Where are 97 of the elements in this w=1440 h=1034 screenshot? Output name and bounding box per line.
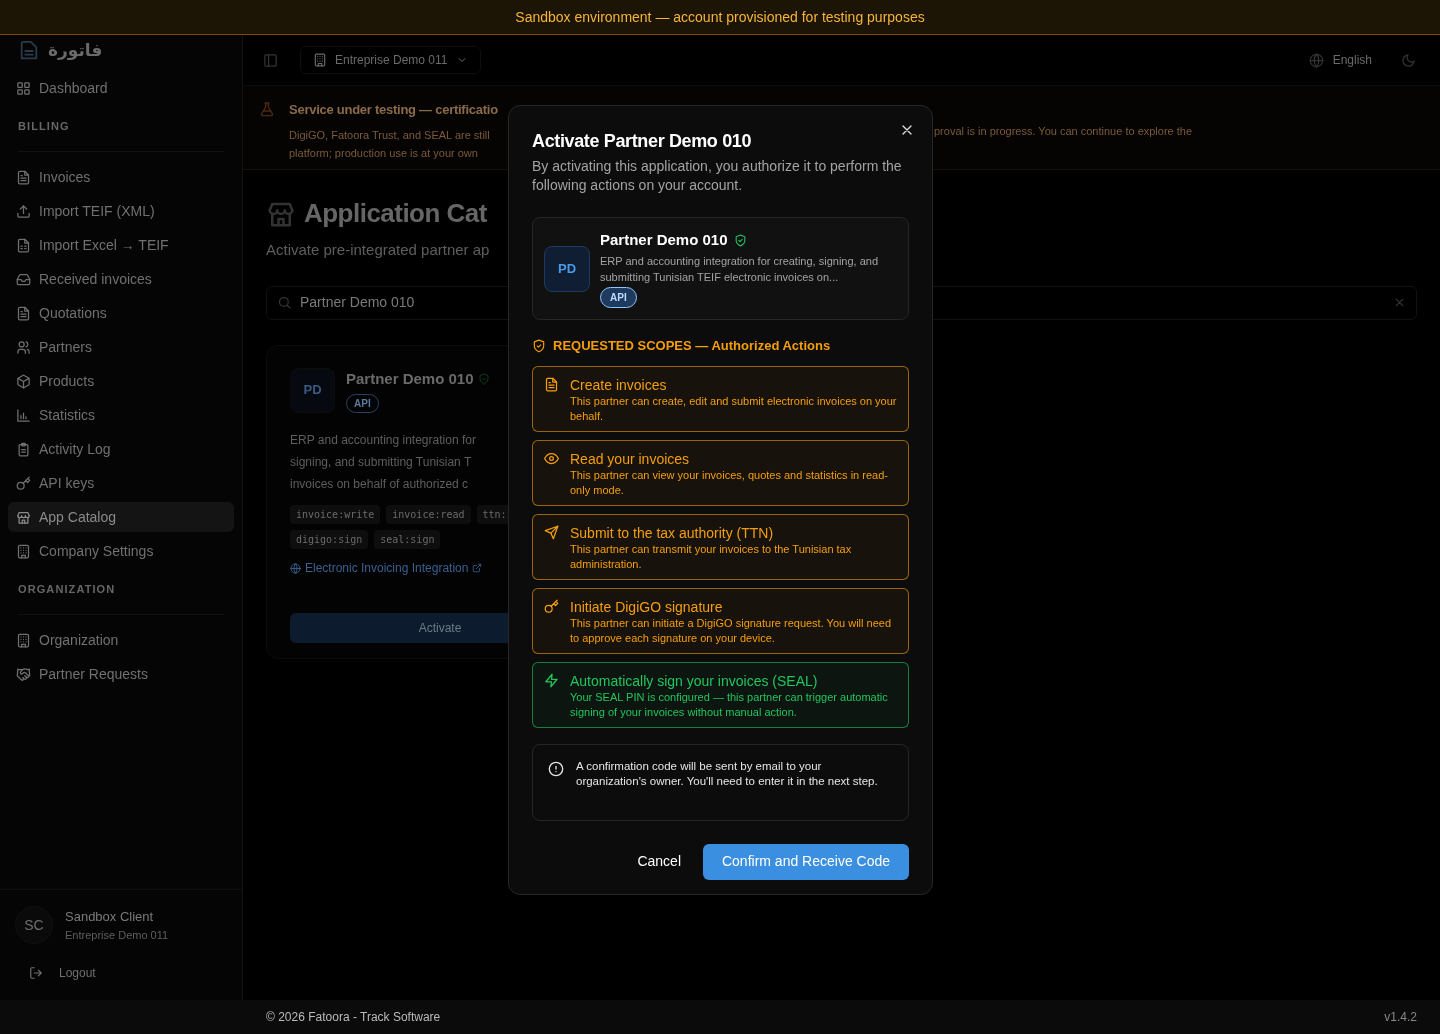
scope-title: Automatically sign your invoices (SEAL) — [570, 671, 819, 690]
building-icon — [313, 53, 327, 67]
eye-icon — [544, 450, 559, 466]
scope-description: Your SEAL PIN is configured — this partner can trigger automatic signing of your invoices without manual action. — [570, 689, 889, 720]
document-icon — [544, 376, 559, 392]
partner-avatar: PD — [544, 245, 590, 292]
scope-chip: invoice:read — [386, 505, 471, 524]
document-icon — [16, 305, 31, 321]
verified-shield-icon — [477, 372, 490, 385]
partner-description: ERP and accounting integration for — [290, 432, 476, 449]
sidebar-item[interactable]: Statistics — [8, 400, 234, 430]
lightning-icon — [544, 672, 559, 688]
dialog-description: By activating this application, you authorize it to perform the following actions on your account. — [532, 157, 903, 195]
globe-icon — [1308, 52, 1324, 68]
integration-link[interactable]: Electronic Invoicing Integration — [305, 559, 469, 577]
moon-icon — [1401, 52, 1416, 68]
scope-chip: invoice:write — [290, 505, 381, 524]
page-title: Application Cat — [304, 197, 487, 230]
sandbox-banner-text: Sandbox environment — account provisioned for testing purposes — [515, 7, 925, 27]
sidebar-item[interactable]: Invoices — [8, 162, 234, 192]
sidebar-item[interactable]: Activity Log — [8, 434, 234, 464]
sidebar-item[interactable]: Company Settings — [8, 536, 234, 566]
store-icon — [16, 509, 31, 525]
external-link-icon — [472, 563, 483, 573]
upload-icon — [16, 203, 31, 219]
logout-icon — [29, 966, 43, 980]
notice-text: platform; production use is at your own — [289, 145, 479, 161]
scope-chip: digigo:sign — [290, 530, 369, 549]
globe-icon — [290, 562, 301, 574]
logo-document-icon — [18, 40, 40, 62]
dashboard-icon — [16, 80, 31, 96]
partner-description: signing, and submitting Tunisian T — [290, 454, 472, 471]
inbox-icon — [16, 271, 31, 287]
send-icon — [544, 524, 559, 540]
sidebar-item[interactable]: Dashboard — [8, 73, 234, 103]
company-selector[interactable]: Entreprise Demo 011 — [300, 46, 481, 74]
user-avatar: SC — [15, 906, 53, 944]
document-icon — [16, 169, 31, 185]
key-icon — [16, 475, 31, 491]
flask-icon — [259, 100, 275, 118]
sidebar-item[interactable]: Received invoices — [8, 264, 234, 294]
users-icon — [16, 339, 31, 355]
language-selector[interactable]: English — [1332, 51, 1372, 69]
verified-shield-icon — [733, 233, 747, 247]
scopes-heading: REQUESTED SCOPES — Authorized Actions — [553, 337, 831, 355]
notice-text: DigiGO, Fatoora Trust, and SEAL are still — [289, 127, 491, 143]
sidebar-item[interactable]: Quotations — [8, 298, 234, 328]
sidebar-item[interactable]: Products — [8, 366, 234, 396]
version-text: v1.4.2 — [1384, 1009, 1417, 1026]
clipboard-icon — [16, 441, 31, 457]
clear-icon — [1393, 296, 1406, 309]
dialog-title: Activate Partner Demo 010 — [532, 130, 753, 153]
partner-avatar: PD — [290, 367, 335, 413]
scope-title: Read your invoices — [570, 449, 691, 468]
section-label: ORGANIZATION — [18, 583, 116, 595]
notice-text: proval is in progress. You can continue to explore the — [934, 124, 1193, 139]
scope-description: This partner can transmit your invoices to the Tunisian tax administration. — [570, 541, 853, 572]
info-text: A confirmation code will be sent by email to your organization's owner. You'll need to enter it in the next step. — [576, 758, 879, 789]
sidebar-item[interactable]: Partners — [8, 332, 234, 362]
sidebar-toggle-icon — [263, 52, 278, 68]
scope-description: This partner can create, edit and submit electronic invoices on your behalf. — [570, 393, 898, 424]
page-subtitle: Activate pre-integrated partner ap — [266, 240, 490, 260]
sidebar-item[interactable]: Import TEIF (XML) — [8, 196, 234, 226]
sidebar-item[interactable]: App Catalog — [8, 502, 234, 532]
scope-title: Initiate DigiGO signature — [570, 597, 724, 616]
logout-button[interactable]: Logout — [29, 964, 227, 982]
sidebar-item[interactable]: Partner Requests — [8, 659, 234, 689]
scope-chip: seal:sign — [374, 530, 441, 549]
partner-name: Partner Demo 010 — [346, 368, 474, 389]
shield-check-icon — [532, 338, 546, 353]
bar-chart-icon — [16, 407, 31, 423]
cancel-button[interactable]: Cancel — [623, 843, 695, 880]
sidebar-item[interactable]: API keys — [8, 468, 234, 498]
scope-title: Create invoices — [570, 375, 668, 394]
copyright-text: © 2026 Fatoora - Track Software — [266, 1009, 441, 1026]
sidebar-item[interactable]: Organization — [8, 625, 234, 655]
key-icon — [544, 598, 559, 614]
partner-name: Partner Demo 010 — [600, 229, 728, 250]
alert-circle-icon — [548, 760, 564, 777]
scope-description: This partner can view your invoices, quotes and statistics in read-only mode. — [570, 467, 889, 498]
partner-description: invoices on behalf of authorized c — [290, 476, 469, 493]
building-icon — [16, 543, 31, 559]
user-company: Entreprise Demo 011 — [65, 927, 169, 943]
partner-description: ERP and accounting integration for creating, signing, and submitting Tunisian TEIF electronic invoices on... — [600, 254, 880, 286]
user-name: Sandbox Client — [65, 908, 155, 926]
search-icon — [277, 295, 292, 310]
api-badge: API — [600, 287, 637, 309]
scope-title: Submit to the tax authority (TTN) — [570, 523, 775, 542]
notice-title: Service under testing — certificatio — [289, 101, 498, 119]
handshake-icon — [16, 666, 31, 682]
confirm-button[interactable]: Confirm and Receive Code — [703, 843, 909, 880]
spreadsheet-icon — [16, 237, 31, 253]
sidebar-item[interactable]: Import Excel → TEIF — [8, 230, 234, 260]
building-icon — [16, 632, 31, 648]
logo-text: فاتورة — [48, 39, 103, 63]
section-label: BILLING — [18, 120, 70, 132]
package-icon — [16, 373, 31, 389]
